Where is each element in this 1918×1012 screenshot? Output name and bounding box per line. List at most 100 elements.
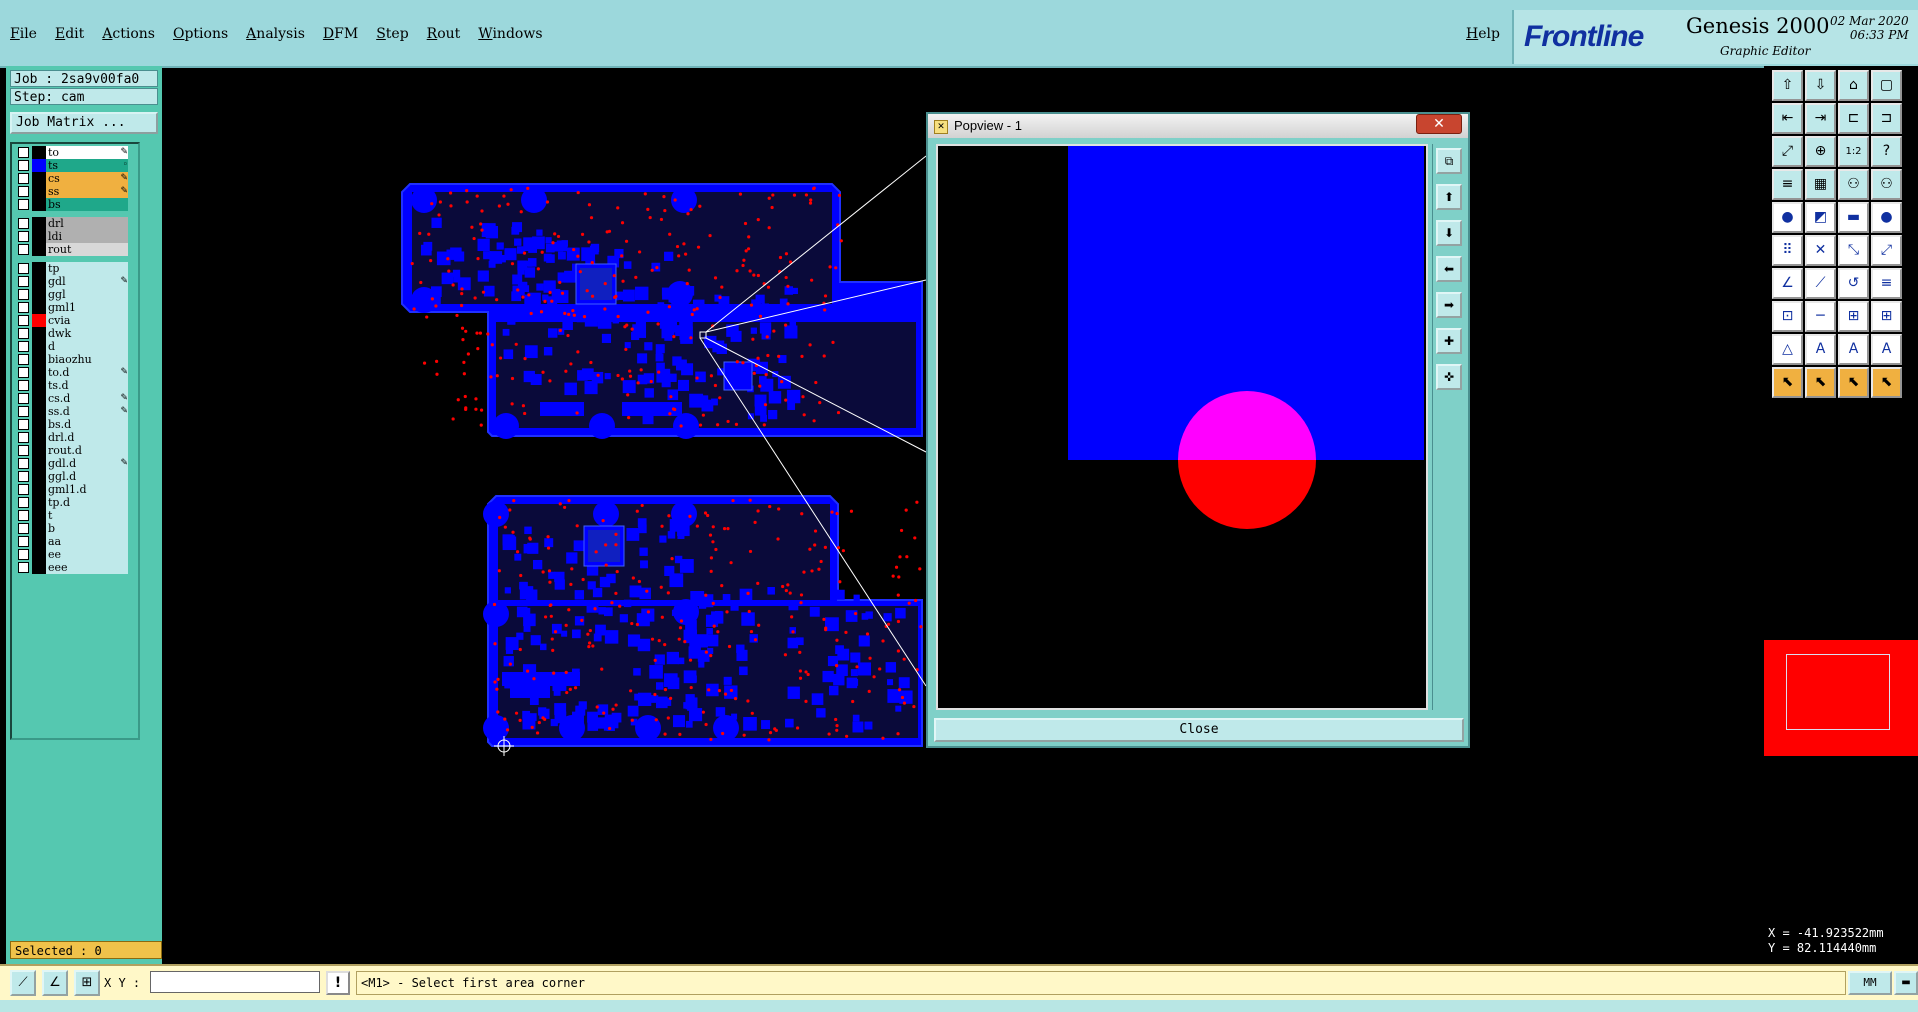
layer-name[interactable]: ggl.d [46, 470, 128, 483]
layer-row-ss-d[interactable]: ss.d ✎ [14, 405, 138, 418]
zoom-fit-icon[interactable]: ⧉ [1436, 148, 1462, 174]
layer-checkbox[interactable] [18, 549, 29, 560]
layer-checkbox[interactable] [18, 231, 29, 242]
layer-name[interactable]: ggl [46, 288, 128, 301]
layer-checkbox[interactable] [18, 523, 29, 534]
layer-color-swatch[interactable] [32, 483, 46, 496]
layer-row-cs[interactable]: cs ✎ [14, 172, 138, 185]
close-icon[interactable]: ✕ [1416, 114, 1462, 134]
fit-right-icon[interactable]: ⊐ [1871, 103, 1902, 134]
add-alt-icon[interactable]: ⊞ [1871, 301, 1902, 332]
layer-checkbox[interactable] [18, 302, 29, 313]
dot-icon[interactable]: ● [1871, 202, 1902, 233]
layer-row-d[interactable]: d [14, 340, 138, 353]
layer-color-swatch[interactable] [32, 288, 46, 301]
layer-color-swatch[interactable] [32, 314, 46, 327]
layer-checkbox[interactable] [18, 328, 29, 339]
layer-name[interactable]: rout.d [46, 444, 128, 457]
layer-color-swatch[interactable] [32, 146, 46, 159]
menu-edit[interactable]: Edit [55, 26, 84, 42]
popview-zoom-view[interactable] [936, 144, 1428, 710]
layer-color-swatch[interactable] [32, 172, 46, 185]
layer-name[interactable]: cs ✎ [46, 172, 128, 185]
zoom-fit-icon[interactable]: ⤢ [1772, 136, 1803, 167]
menu-rout[interactable]: Rout [427, 26, 461, 42]
layer-checkbox[interactable] [18, 263, 29, 274]
rotate-icon[interactable]: ↺ [1838, 268, 1869, 299]
layer-name[interactable]: gml1 [46, 301, 128, 314]
layer-checkbox[interactable] [18, 536, 29, 547]
layer-checkbox[interactable] [18, 419, 29, 430]
layer-row-tp[interactable]: tp [14, 262, 138, 275]
resize-icon[interactable]: ⤡ [1838, 235, 1869, 266]
text-icon[interactable]: ≡ [1871, 268, 1902, 299]
layer-name[interactable]: gml1.d [46, 483, 128, 496]
layer-row-cs-d[interactable]: cs.d ✎ [14, 392, 138, 405]
grid-icon[interactable]: ▦ [1805, 169, 1836, 200]
arc-a-icon[interactable]: A [1805, 334, 1836, 365]
layer-color-swatch[interactable] [32, 379, 46, 392]
layer-name[interactable]: ts ◦ [46, 159, 128, 172]
layer-color-swatch[interactable] [32, 366, 46, 379]
layers-list-icon[interactable]: ≡ [1772, 169, 1803, 200]
pan-up-icon[interactable]: ⬆ [1436, 184, 1462, 210]
layer-name[interactable]: cs.d ✎ [46, 392, 128, 405]
chevron-down-icon[interactable]: ▬ [1894, 971, 1918, 995]
layer-checkbox[interactable] [18, 218, 29, 229]
xy-input[interactable] [150, 971, 320, 993]
layer-checkbox[interactable] [18, 445, 29, 456]
layer-name[interactable]: tp [46, 262, 128, 275]
menu-dfm[interactable]: DFM [323, 26, 358, 42]
layer-row-ts[interactable]: ts ◦ [14, 159, 138, 172]
triangle-icon[interactable]: △ [1772, 334, 1803, 365]
layer-row-aa[interactable]: aa [14, 535, 138, 548]
layer-name[interactable]: rout [46, 243, 128, 256]
layer-row-ee[interactable]: ee [14, 548, 138, 561]
help-icon[interactable]: ? [1871, 136, 1902, 167]
layer-row-gdl-d[interactable]: gdl.d ✎ [14, 457, 138, 470]
zoom-ratio-icon[interactable]: 1:2 [1838, 136, 1869, 167]
layer-color-swatch[interactable] [32, 275, 46, 288]
layer-checkbox[interactable] [18, 471, 29, 482]
arc-b-icon[interactable]: A [1838, 334, 1869, 365]
layer-name[interactable]: to ✎ [46, 146, 128, 159]
layer-name[interactable]: ee [46, 548, 128, 561]
layer-checkbox[interactable] [18, 186, 29, 197]
layer-color-swatch[interactable] [32, 522, 46, 535]
layer-name[interactable]: d [46, 340, 128, 353]
layer-name[interactable]: cvia [46, 314, 128, 327]
layer-name[interactable]: bs [46, 198, 128, 211]
layer-row-gml1-d[interactable]: gml1.d [14, 483, 138, 496]
layer-checkbox[interactable] [18, 497, 29, 508]
layer-color-swatch[interactable] [32, 217, 46, 230]
layer-color-swatch[interactable] [32, 353, 46, 366]
layer-color-swatch[interactable] [32, 159, 46, 172]
layer-checkbox[interactable] [18, 289, 29, 300]
feature-fill-icon[interactable]: ◩ [1805, 202, 1836, 233]
layer-color-swatch[interactable] [32, 405, 46, 418]
layer-row-to-d[interactable]: to.d ✎ [14, 366, 138, 379]
menu-analysis[interactable]: Analysis [246, 26, 305, 42]
layer-checkbox[interactable] [18, 147, 29, 158]
popview-close-button[interactable]: Close [934, 718, 1464, 742]
menu-windows[interactable]: Windows [478, 26, 542, 42]
home-icon[interactable]: ⌂ [1838, 70, 1869, 101]
layer-checkbox[interactable] [18, 367, 29, 378]
layer-checkbox[interactable] [18, 432, 29, 443]
layer-color-swatch[interactable] [32, 198, 46, 211]
layer-row-rout[interactable]: rout [14, 243, 138, 256]
layer-row-drl-d[interactable]: drl.d [14, 431, 138, 444]
layer-color-swatch[interactable] [32, 431, 46, 444]
layer-checkbox[interactable] [18, 199, 29, 210]
layer-name[interactable]: dwk [46, 327, 128, 340]
layer-checkbox[interactable] [18, 341, 29, 352]
layer-color-swatch[interactable] [32, 418, 46, 431]
layer-row-drl[interactable]: drl [14, 217, 138, 230]
layer-checkbox[interactable] [18, 173, 29, 184]
pan-down-icon[interactable]: ⇩ [1805, 70, 1836, 101]
layer-name[interactable]: gdl.d ✎ [46, 457, 128, 470]
layer-checkbox[interactable] [18, 458, 29, 469]
layer-row-to[interactable]: to ✎ [14, 146, 138, 159]
layer-name[interactable]: ldi [46, 230, 128, 243]
layer-name[interactable]: biaozhu [46, 353, 128, 366]
